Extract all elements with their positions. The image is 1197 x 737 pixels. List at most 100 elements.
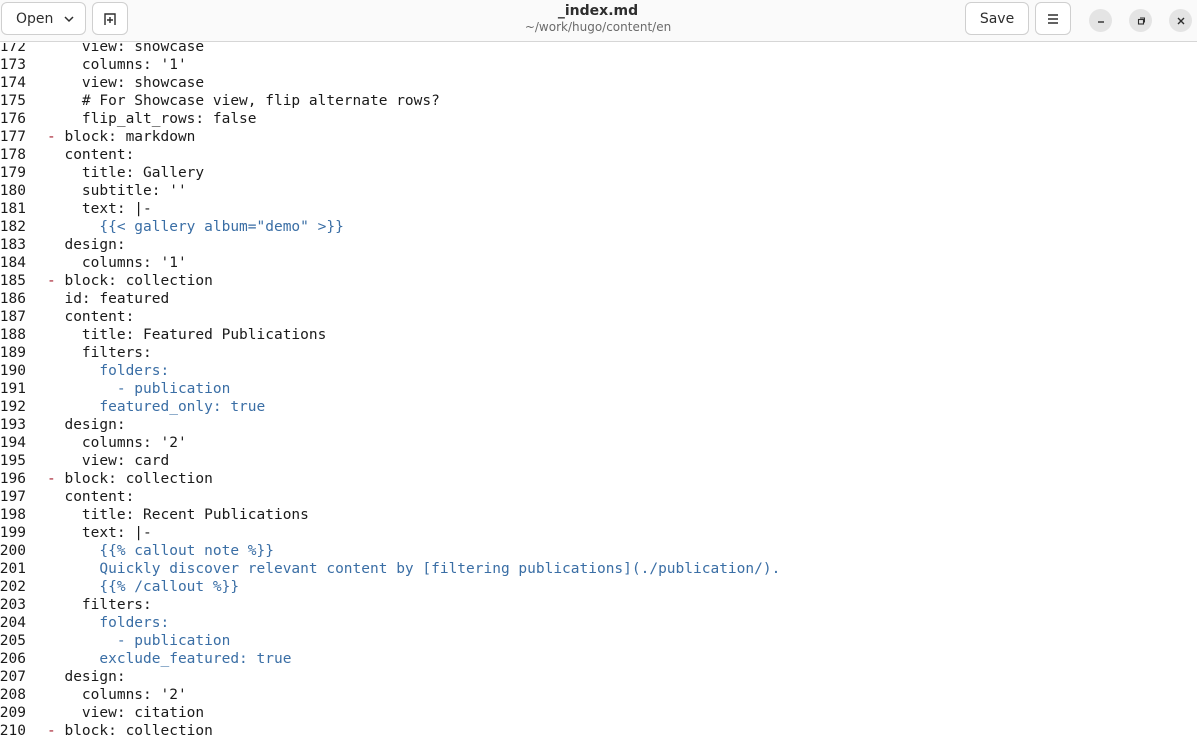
line-number: 202 [0, 579, 26, 595]
line-text: - block: collection [47, 722, 213, 737]
code-token: design: [47, 669, 126, 685]
line-text: - publication [47, 380, 231, 398]
line-number: 190 [0, 363, 26, 379]
line-number: 199 [0, 525, 26, 541]
code-line[interactable]: 196 - block: collection [0, 470, 1197, 488]
maximize-button[interactable] [1129, 9, 1152, 32]
code-token: content: [47, 147, 135, 163]
code-line[interactable]: 192 featured_only: true [0, 398, 1197, 416]
line-text: folders: [47, 362, 169, 380]
line-number: 177 [0, 129, 26, 145]
code-line[interactable]: 209 view: citation [0, 704, 1197, 722]
line-number: 189 [0, 345, 26, 361]
list-marker: - [47, 723, 65, 737]
line-text: view: card [47, 452, 169, 470]
code-token: {{% /callout %}} [47, 579, 240, 595]
code-line[interactable]: 173 columns: '1' [0, 56, 1197, 74]
code-line[interactable]: 194 columns: '2' [0, 434, 1197, 452]
code-line[interactable]: 202 {{% /callout %}} [0, 578, 1197, 596]
line-text: title: Gallery [47, 164, 204, 182]
line-number: 178 [0, 147, 26, 163]
code-line[interactable]: 187 content: [0, 308, 1197, 326]
code-line[interactable]: 176 flip_alt_rows: false [0, 110, 1197, 128]
code-line[interactable]: 184 columns: '1' [0, 254, 1197, 272]
code-line[interactable]: 178 content: [0, 146, 1197, 164]
code-line[interactable]: 189 filters: [0, 344, 1197, 362]
code-line[interactable]: 191 - publication [0, 380, 1197, 398]
line-number: 188 [0, 327, 26, 343]
code-token: {{< gallery album="demo" >}} [47, 219, 344, 235]
code-line[interactable]: 185 - block: collection [0, 272, 1197, 290]
code-line[interactable]: 183 design: [0, 236, 1197, 254]
code-line[interactable]: 199 text: |- [0, 524, 1197, 542]
code-token: # For Showcase view, flip alternate rows… [47, 93, 440, 109]
line-number: 198 [0, 507, 26, 523]
code-line[interactable]: 180 subtitle: '' [0, 182, 1197, 200]
code-line[interactable]: 172 view: showcase [0, 43, 1197, 56]
code-token: block: collection [64, 723, 213, 737]
minimize-icon [1096, 16, 1106, 26]
open-button[interactable]: Open [1, 2, 86, 35]
line-number: 187 [0, 309, 26, 325]
line-text: view: showcase [47, 74, 204, 92]
code-token: id: featured [47, 291, 170, 307]
line-text: {{% callout note %}} [47, 542, 274, 560]
line-text: view: showcase [47, 43, 204, 56]
code-line[interactable]: 182 {{< gallery album="demo" >}} [0, 218, 1197, 236]
line-text: content: [47, 146, 134, 164]
code-line[interactable]: 174 view: showcase [0, 74, 1197, 92]
code-token: folders: [47, 363, 170, 379]
line-text: design: [47, 668, 126, 686]
code-line[interactable]: 186 id: featured [0, 290, 1197, 308]
code-line[interactable]: 179 title: Gallery [0, 164, 1197, 182]
line-number: 185 [0, 273, 26, 289]
minimize-button[interactable] [1089, 9, 1112, 32]
code-token: content: [47, 489, 135, 505]
code-line[interactable]: 181 text: |- [0, 200, 1197, 218]
document-title: _index.md [557, 3, 639, 19]
line-text: text: |- [47, 200, 152, 218]
save-button[interactable]: Save [965, 2, 1029, 35]
line-text: subtitle: '' [47, 182, 187, 200]
line-text: text: |- [47, 524, 152, 542]
line-text: folders: [47, 614, 169, 632]
new-tab-button[interactable] [92, 2, 128, 35]
code-line[interactable]: 203 filters: [0, 596, 1197, 614]
code-line[interactable]: 177 - block: markdown [0, 128, 1197, 146]
open-button-label: Open [16, 10, 54, 27]
main-menu-button[interactable] [1035, 2, 1071, 35]
code-line[interactable]: 195 view: card [0, 452, 1197, 470]
code-line[interactable]: 198 title: Recent Publications [0, 506, 1197, 524]
line-number: 205 [0, 633, 26, 649]
line-text: flip_alt_rows: false [47, 110, 257, 128]
code-line[interactable]: 207 design: [0, 668, 1197, 686]
code-line[interactable]: 205 - publication [0, 632, 1197, 650]
line-number: 206 [0, 651, 26, 667]
code-token: columns: '2' [47, 435, 187, 451]
code-line[interactable]: 200 {{% callout note %}} [0, 542, 1197, 560]
code-line[interactable]: 188 title: Featured Publications [0, 326, 1197, 344]
code-line[interactable]: 206 exclude_featured: true [0, 650, 1197, 668]
code-line[interactable]: 208 columns: '2' [0, 686, 1197, 704]
chevron-down-icon [63, 13, 75, 25]
close-button[interactable] [1169, 9, 1192, 32]
code-line[interactable]: 201 Quickly discover relevant content by… [0, 560, 1197, 578]
code-line[interactable]: 204 folders: [0, 614, 1197, 632]
list-marker: - [47, 273, 65, 289]
line-text: - block: collection [47, 272, 213, 290]
code-line[interactable]: 210 - block: collection [0, 722, 1197, 737]
line-number: 193 [0, 417, 26, 433]
code-line[interactable]: 193 design: [0, 416, 1197, 434]
text-editor[interactable]: 172 view: showcase 173 columns: '1' 174 vi… [0, 43, 1197, 737]
code-line[interactable]: 197 content: [0, 488, 1197, 506]
code-line[interactable]: 175 # For Showcase view, flip alternate … [0, 92, 1197, 110]
code-line[interactable]: 190 folders: [0, 362, 1197, 380]
code-token: {{% callout note %}} [47, 543, 274, 559]
line-text: - block: collection [47, 470, 213, 488]
code-token: - publication [47, 633, 231, 649]
code-token: filters: [47, 345, 152, 361]
line-number: 172 [0, 43, 26, 55]
line-text: columns: '2' [47, 434, 187, 452]
code-token: text: |- [47, 201, 152, 217]
code-token: block: collection [64, 471, 213, 487]
